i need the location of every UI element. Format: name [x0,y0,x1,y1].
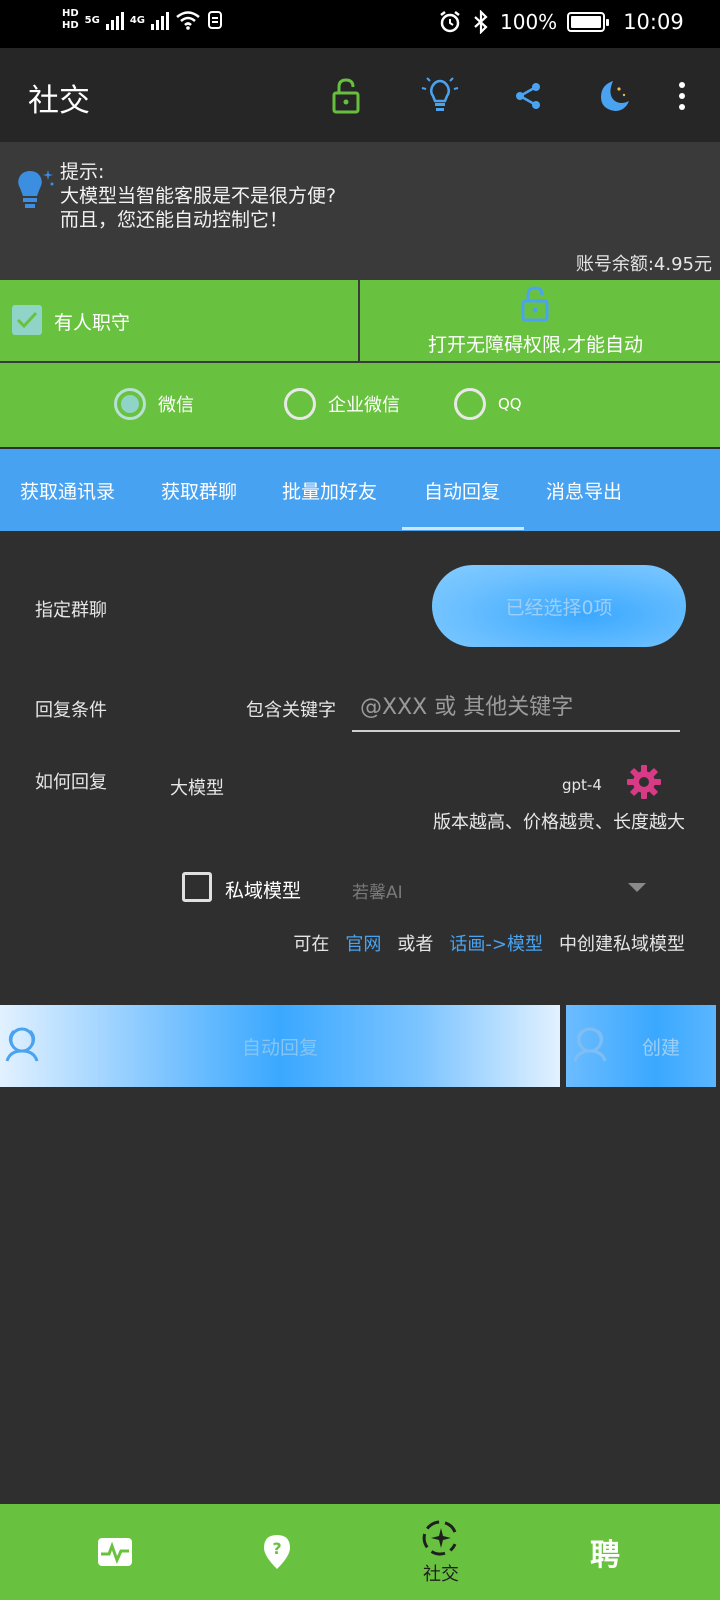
nav-social[interactable]: 社交 [386,1504,496,1600]
auto-reply-label: 自动回复 [241,1036,318,1059]
bot-icon [572,1025,608,1068]
radio-qq[interactable]: QQ [454,388,522,420]
radio-wecom[interactable]: 企业微信 [284,388,400,420]
platform-selector: 微信 企业微信 QQ [0,363,720,447]
model-label: 大模型 [170,778,224,799]
recruit-icon: 聘 [590,1538,620,1573]
nav-social-label: 社交 [423,1564,459,1585]
battery-percent: 100% [500,10,558,34]
accessibility-label: 打开无障碍权限,才能自动 [428,334,644,356]
bluetooth-icon [474,10,488,34]
status-bar: HD HD 5G 4G 100% 10:09 [0,0,720,48]
radio-label: QQ [498,395,522,413]
model-hint: 版本越高、价格越贵、长度越大 [433,812,685,833]
check-icon [16,311,38,329]
svg-text:?: ? [272,1539,281,1558]
lightbulb-icon [12,166,56,218]
bottom-nav: ? 社交 聘 [0,1504,720,1600]
battery-icon [567,12,610,32]
tab-bar: 获取通讯录 获取群聊 批量加好友 自动回复 消息导出 [0,449,720,531]
create-hint-text: 中创建私域模型 [559,934,685,955]
radio-button[interactable] [284,388,316,420]
private-model-checkbox[interactable] [182,872,212,902]
guard-checkbox-cell[interactable]: 有人职守 [0,280,360,363]
net-4g-label: 4G [129,14,146,26]
status-left: HD HD 5G 4G [62,8,223,32]
model-page-link[interactable]: 话画->模型 [449,930,543,956]
tip-text: 提示: 大模型当智能客服是不是很方便? 而且，您还能自动控制它！ [60,160,336,232]
guard-row: 有人职守 打开无障碍权限,才能自动 [0,280,720,363]
model-version[interactable]: gpt-4 [562,776,602,794]
auto-reply-button[interactable]: 自动回复 [0,1005,560,1087]
bot-icon [4,1025,40,1068]
net-5g-label: 5G [84,14,100,26]
tab-auto-reply[interactable]: 自动回复 [424,477,500,504]
radio-label: 微信 [158,395,194,416]
create-hint-text: 可在 [293,934,330,955]
clock: 10:09 [623,10,684,34]
tip-line: 而且，您还能自动控制它！ [60,209,289,231]
gear-icon[interactable] [626,764,662,804]
select-groups-label: 已经选择0项 [505,596,613,619]
tab-indicator [402,527,524,530]
wifi-icon [176,11,200,30]
lightbulb-icon[interactable] [418,74,462,118]
radio-label: 企业微信 [328,395,400,416]
tab-add-friends[interactable]: 批量加好友 [282,477,377,504]
condition-label: 回复条件 [35,700,107,721]
how-label: 如何回复 [35,772,107,793]
app-bar: 社交 [0,48,720,142]
status-right: 100% 10:09 [438,10,684,34]
radio-button[interactable] [454,388,486,420]
alarm-icon [440,11,460,33]
radio-button-selected[interactable] [114,388,146,420]
official-site-link[interactable]: 官网 [345,930,381,956]
guard-checkbox-label: 有人职守 [54,312,131,334]
share-icon[interactable] [506,74,550,118]
keyword-label: 包含关键字 [246,700,336,721]
account-balance: 账号余额:4.95元 [575,254,712,275]
tab-export[interactable]: 消息导出 [546,477,622,504]
nav-recruit[interactable]: 聘 [550,1504,660,1600]
private-model-label: 私域模型 [225,880,302,902]
lock-icon[interactable] [324,74,368,118]
create-label: 创建 [641,1036,680,1059]
tab-groups[interactable]: 获取群聊 [161,477,237,504]
create-hint: 可在 官网 或者 话画->模型 中创建私域模型 [293,930,685,956]
page-title: 社交 [28,83,90,119]
location-help-icon: ? [264,1535,290,1569]
activity-icon [98,1538,132,1566]
tip-panel: 提示: 大模型当智能客服是不是很方便? 而且，您还能自动控制它！ 账号余额:4.… [0,142,720,280]
private-model-select[interactable]: 若馨AI [352,878,403,903]
keyword-input[interactable] [352,684,680,732]
create-hint-text: 或者 [397,934,434,955]
accessibility-permission-button[interactable]: 打开无障碍权限,才能自动 [360,280,720,363]
nav-activity[interactable] [60,1504,170,1600]
nav-location[interactable]: ? [222,1504,332,1600]
tab-contacts[interactable]: 获取通讯录 [20,477,115,504]
chevron-down-icon[interactable] [628,883,646,892]
group-label: 指定群聊 [35,600,107,621]
create-button[interactable]: 创建 [566,1005,716,1087]
tip-heading: 提示: [60,161,105,183]
select-groups-button[interactable]: 已经选择0项 [432,565,686,647]
tip-line: 大模型当智能客服是不是很方便? [60,185,337,207]
hd-indicator: HD HD [62,8,79,31]
signal-icon [151,10,170,30]
nfc-icon [208,11,223,29]
radio-wechat[interactable]: 微信 [114,388,194,420]
social-icon [422,1520,457,1556]
signal-icon [105,10,124,30]
night-mode-icon[interactable] [590,74,634,118]
guard-checkbox[interactable] [12,305,42,335]
lock-icon [520,286,550,326]
more-vert-icon[interactable] [660,74,704,118]
